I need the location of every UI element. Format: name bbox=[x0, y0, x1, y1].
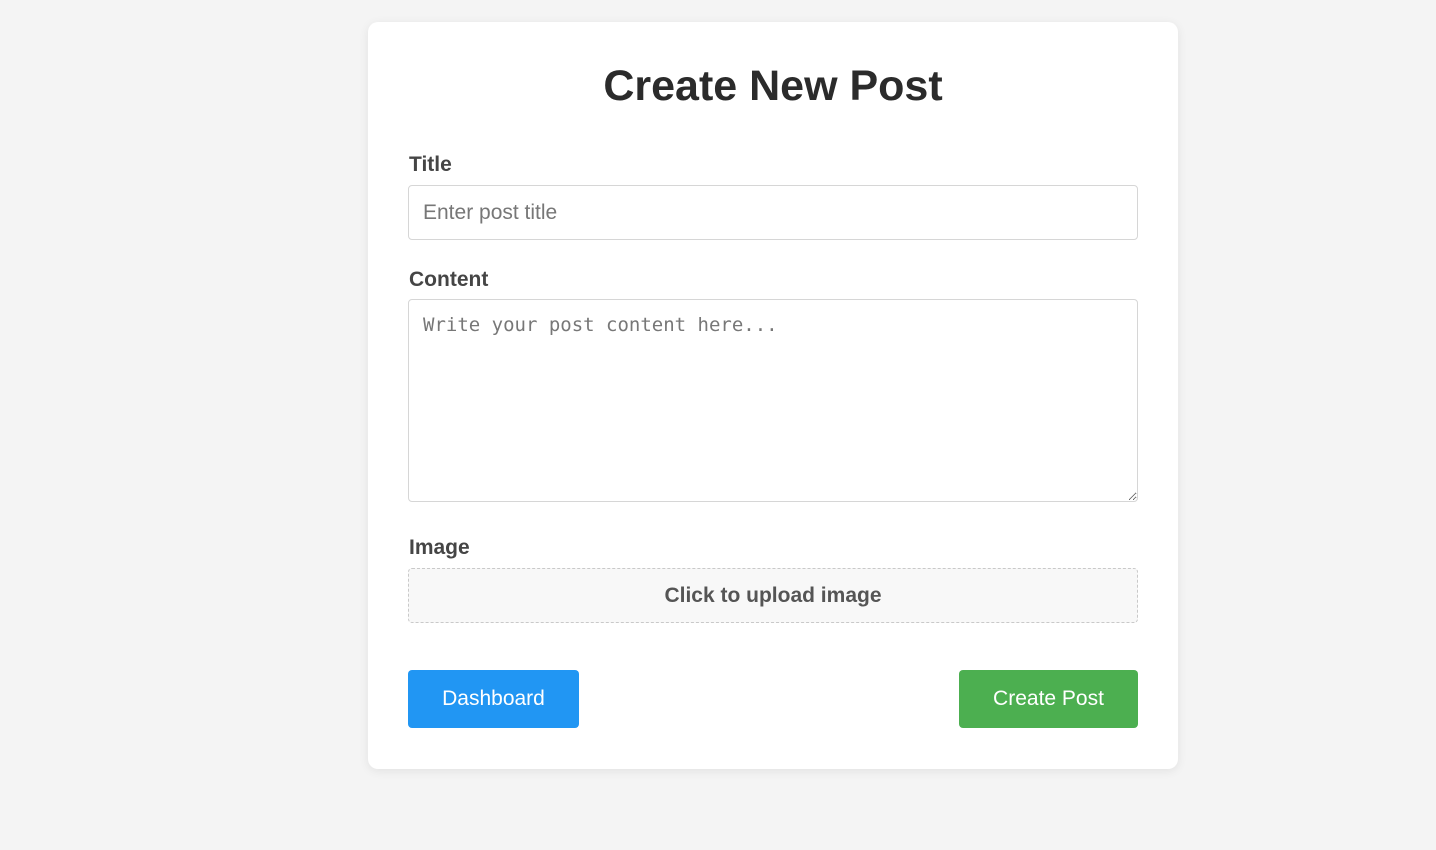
content-textarea[interactable] bbox=[408, 299, 1138, 502]
title-input[interactable] bbox=[408, 185, 1138, 240]
image-upload-area[interactable]: Click to upload image bbox=[408, 568, 1138, 623]
dashboard-button[interactable]: Dashboard bbox=[408, 670, 579, 728]
page-title: Create New Post bbox=[603, 62, 943, 110]
create-post-card: Create New Post Title Content Image Clic… bbox=[368, 22, 1178, 769]
create-post-button[interactable]: Create Post bbox=[959, 670, 1138, 728]
image-label: Image bbox=[409, 536, 470, 559]
upload-text: Click to upload image bbox=[664, 583, 882, 607]
title-label: Title bbox=[409, 153, 452, 176]
content-label: Content bbox=[409, 268, 489, 291]
